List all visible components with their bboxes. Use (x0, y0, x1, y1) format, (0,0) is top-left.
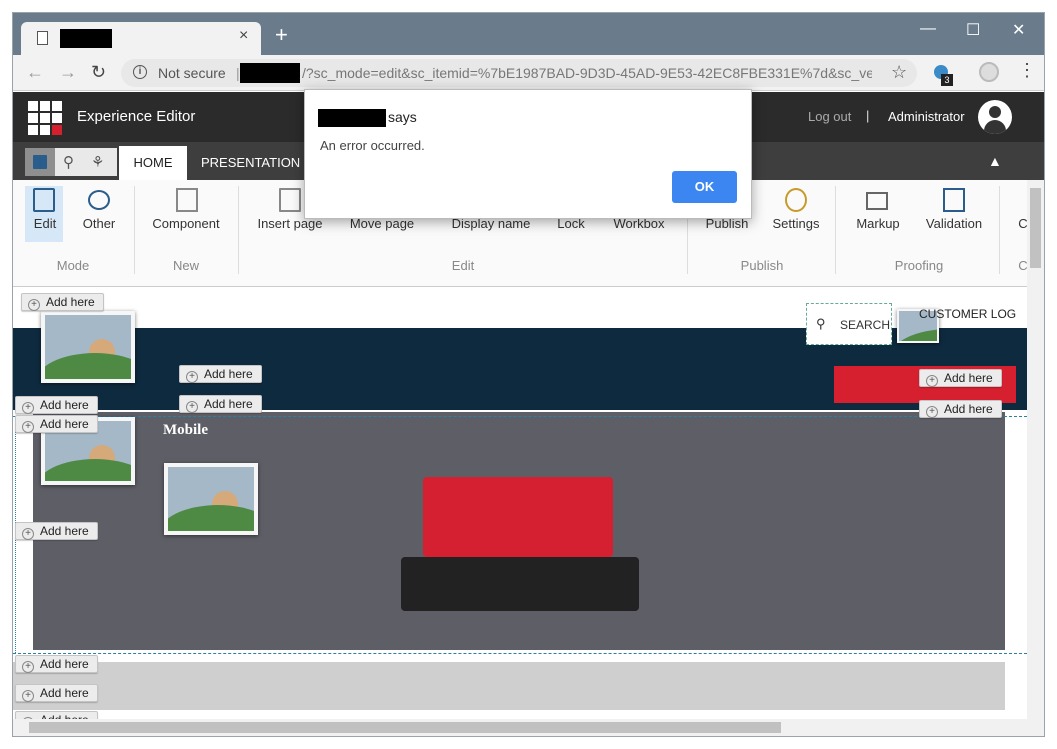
tab-title-redacted (60, 29, 112, 48)
search-icon: ⚲ (816, 316, 826, 331)
dialog-message: An error occurred. (320, 138, 425, 153)
arrow-left-icon[interactable]: ← (26, 62, 44, 83)
save-icon[interactable] (25, 148, 55, 176)
ok-button[interactable]: OK (672, 171, 737, 203)
search-label: SEARCH (840, 318, 891, 332)
star-icon[interactable]: ☆ (891, 62, 907, 83)
tab-presentation[interactable]: PRESENTATION (201, 155, 300, 170)
arrow-right-icon[interactable]: → (59, 62, 77, 83)
add-here-button[interactable]: +Add here (179, 395, 262, 413)
dialog-says-label: says (388, 109, 417, 125)
extension-badge: 3 (941, 74, 953, 86)
quick-access-toolbar: ⚲ ⚘ (25, 148, 117, 176)
info-icon[interactable]: i (133, 65, 147, 79)
app-title: Experience Editor (77, 108, 196, 125)
validation-button[interactable]: Validation (922, 216, 986, 231)
settings-button[interactable]: Settings (770, 216, 822, 231)
ribbon-divider (835, 186, 836, 274)
ribbon-divider (999, 186, 1000, 274)
browser-titlebar: × + — ☐ ✕ (13, 13, 1044, 55)
minimize-icon[interactable]: — (920, 20, 936, 38)
add-here-button[interactable]: +Add here (15, 684, 98, 702)
promo-black-block[interactable] (401, 557, 639, 611)
edit-button[interactable]: Edit (31, 216, 59, 231)
tab-close-icon[interactable]: × (239, 27, 248, 45)
vertical-scrollbar[interactable] (1027, 180, 1044, 719)
url-host-redacted (240, 63, 300, 83)
add-here-button[interactable]: +Add here (15, 415, 98, 433)
ribbon-divider (134, 186, 135, 274)
page-canvas: ⚲ SEARCH CUSTOMER LOG Mobile + Add here +… (13, 287, 1027, 719)
group-proofing: Proofing (894, 258, 944, 273)
ribbon-divider (238, 186, 239, 274)
other-button[interactable]: Other (81, 216, 117, 231)
markup-button[interactable]: Markup (853, 216, 903, 231)
validation-icon (943, 188, 965, 212)
markup-icon (866, 192, 888, 210)
browser-toolbar: ← → ↻ i Not secure | /?sc_mode=edit&sc_i… (13, 55, 1044, 91)
add-here-button[interactable]: +Add here (919, 369, 1002, 387)
document-icon (37, 31, 48, 45)
tab-home[interactable]: HOME (119, 146, 187, 180)
mobile-label: Mobile (163, 422, 208, 438)
close-window-icon[interactable]: ✕ (1012, 20, 1025, 40)
user-name[interactable]: Administrator (888, 109, 965, 124)
group-new: New (172, 258, 199, 273)
customer-login-link[interactable]: CUSTOMER LOG (919, 307, 1016, 321)
tree-icon[interactable]: ⚘ (91, 153, 104, 171)
header-separator: | (866, 108, 870, 123)
add-here-button[interactable]: +Add here (21, 293, 104, 311)
dialog-origin-redacted (318, 109, 386, 127)
horizontal-scrollbar[interactable] (13, 719, 1044, 736)
placeholder-guide (13, 653, 1027, 654)
avatar[interactable] (978, 100, 1012, 134)
not-secure-label: Not secure (158, 65, 226, 81)
add-here-button[interactable]: +Add here (15, 711, 98, 719)
group-mode: Mode (56, 258, 90, 273)
component-icon (176, 188, 198, 212)
promo-red-block[interactable] (423, 477, 613, 557)
group-publish: Publish (740, 258, 784, 273)
add-here-button[interactable]: +Add here (179, 365, 262, 383)
add-here-button[interactable]: +Add here (15, 655, 98, 673)
chevron-up-icon[interactable]: ▲ (988, 153, 1002, 169)
address-bar[interactable]: i Not secure | /?sc_mode=edit&sc_itemid=… (121, 59, 917, 87)
settings-icon (785, 188, 807, 212)
alert-dialog: says An error occurred. OK (304, 89, 752, 219)
image-placeholder[interactable] (41, 311, 135, 383)
new-tab-button[interactable]: + (275, 24, 288, 46)
add-here-button[interactable]: +Add here (15, 522, 98, 540)
search-box[interactable]: ⚲ SEARCH (806, 303, 892, 345)
pencil-icon (33, 188, 55, 212)
add-here-button[interactable]: +Add here (15, 396, 98, 414)
logout-link[interactable]: Log out (808, 109, 851, 124)
url-text[interactable]: /?sc_mode=edit&sc_itemid=%7bE1987BAD-9D3… (302, 65, 872, 81)
add-here-button[interactable]: +Add here (919, 400, 1002, 418)
footer-section (13, 662, 1005, 710)
placeholder-guide (13, 416, 1027, 417)
kebab-menu-icon[interactable]: ⋮ (1018, 60, 1036, 81)
eye-icon (88, 190, 110, 210)
image-placeholder[interactable] (164, 463, 258, 535)
insert-page-icon (279, 188, 301, 212)
search-icon[interactable]: ⚲ (63, 153, 74, 171)
browser-tab[interactable]: × (21, 22, 261, 55)
sitecore-launchpad-icon[interactable] (28, 101, 62, 135)
profile-extension-icon[interactable] (979, 62, 999, 82)
maximize-icon[interactable]: ☐ (966, 20, 980, 40)
component-button[interactable]: Component (151, 216, 221, 231)
group-edit: Edit (451, 258, 475, 273)
reload-icon[interactable]: ↻ (91, 62, 106, 83)
